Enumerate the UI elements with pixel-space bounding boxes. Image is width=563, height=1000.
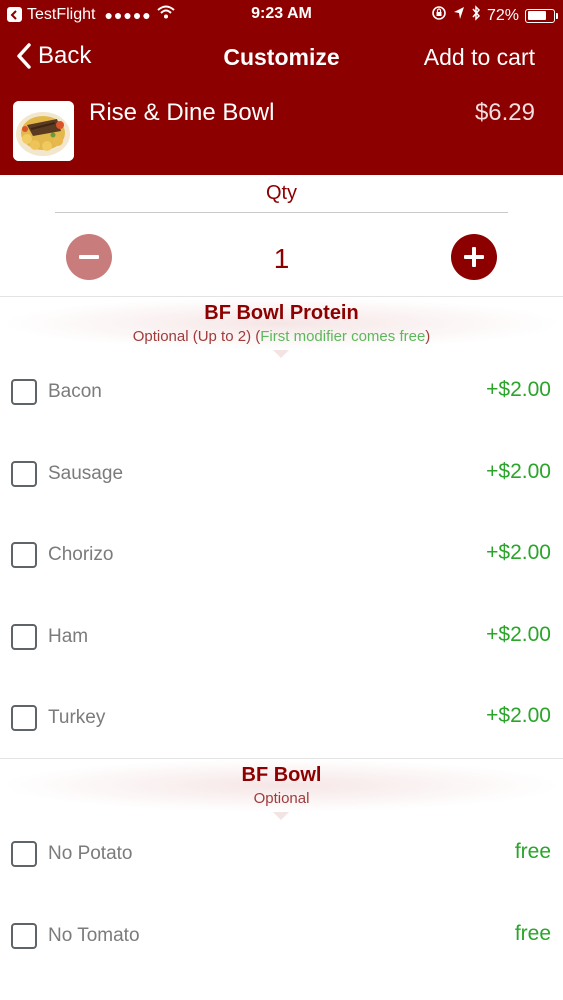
location-icon (453, 6, 465, 25)
option-label: Chorizo (48, 544, 114, 565)
checkbox[interactable] (11, 841, 37, 867)
option-row-sausage[interactable]: Sausage +$2.00 (0, 433, 563, 514)
option-label: Ham (48, 626, 89, 647)
option-row-no-tomato[interactable]: No Tomato free (0, 895, 563, 976)
nav-bar: Back Customize Add to cart (0, 38, 563, 78)
item-summary: Rise & Dine Bowl $6.29 (0, 97, 563, 165)
battery-icon (525, 8, 558, 23)
increase-qty-button[interactable] (451, 234, 497, 280)
option-price: +$2.00 (486, 541, 551, 564)
option-label: Turkey (48, 707, 106, 728)
item-price: $6.29 (474, 99, 535, 126)
option-row-no-potato[interactable]: No Potato free (0, 813, 563, 894)
checkbox[interactable] (11, 705, 37, 731)
header-bar: TestFlight ●●●●● 9:23 AM 72% Back Custom… (0, 0, 563, 175)
option-price: free (514, 922, 551, 945)
option-price: +$2.00 (486, 704, 551, 727)
option-row-chorizo[interactable]: Chorizo +$2.00 (0, 514, 563, 595)
checkbox[interactable] (11, 461, 37, 487)
qty-divider (55, 212, 508, 213)
section-header-bowl: BF Bowl Optional (0, 758, 563, 820)
checkbox[interactable] (11, 624, 37, 650)
option-row-bacon[interactable]: Bacon +$2.00 (0, 351, 563, 432)
status-bar: TestFlight ●●●●● 9:23 AM 72% (0, 0, 563, 30)
section-header-protein: BF Bowl Protein Optional (Up to 2) (Firs… (0, 296, 563, 358)
option-price: +$2.00 (486, 378, 551, 401)
battery-label: 72% (486, 6, 519, 24)
qty-label: Qty (265, 182, 298, 204)
section-title: BF Bowl Protein (204, 302, 359, 324)
option-label: No Tomato (48, 925, 140, 946)
add-to-cart-button[interactable]: Add to cart (424, 44, 535, 71)
section-subtitle: Optional (253, 790, 310, 807)
back-button[interactable]: Back (16, 42, 91, 70)
option-row-ham[interactable]: Ham +$2.00 (0, 596, 563, 677)
chevron-left-icon (17, 43, 31, 69)
free-modifier-note: First modifier comes free (260, 328, 426, 345)
section-subtitle: Optional (Up to 2) (First modifier comes… (132, 328, 431, 345)
option-row-turkey[interactable]: Turkey +$2.00 (0, 677, 563, 758)
lock-rotation-icon (431, 5, 447, 26)
section-title: BF Bowl (241, 764, 322, 786)
back-button-label: Back (38, 42, 92, 69)
food-thumbnail-icon (13, 101, 74, 161)
option-price: free (514, 840, 551, 863)
option-label: Sausage (48, 463, 124, 484)
option-label: Bacon (48, 381, 102, 402)
bluetooth-icon (471, 5, 481, 26)
checkbox[interactable] (11, 542, 37, 568)
item-name: Rise & Dine Bowl (89, 99, 275, 126)
checkbox[interactable] (11, 923, 37, 949)
checkbox[interactable] (11, 379, 37, 405)
status-right: 72% (431, 5, 558, 26)
option-label: No Potato (48, 843, 133, 864)
option-price: +$2.00 (486, 460, 551, 483)
plus-icon (464, 247, 484, 267)
option-price: +$2.00 (486, 623, 551, 646)
